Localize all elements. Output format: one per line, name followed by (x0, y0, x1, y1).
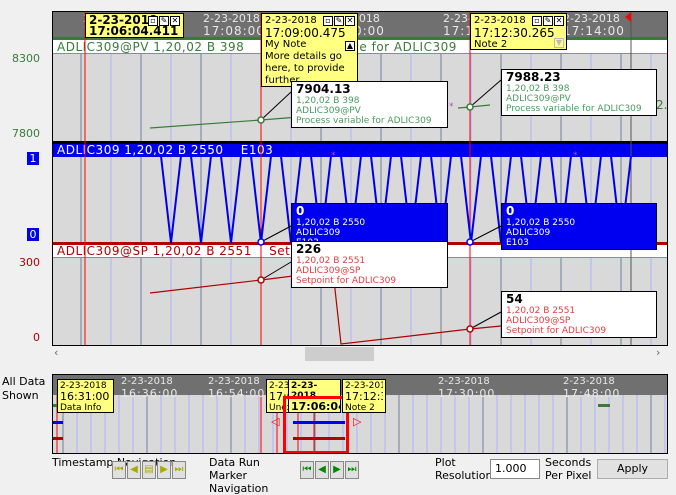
all-data-shown-label: All Data Shown (2, 375, 46, 402)
pv-axis-max: 8300 (12, 52, 40, 65)
marker-navigation: ⏮ ◀ ▶ ⏭ (300, 461, 359, 479)
leader-line (469, 79, 502, 108)
overview-time-label: 2-23-2018 16:36:00 (121, 376, 179, 400)
previous-marker-button[interactable]: ◀ (315, 461, 329, 479)
note-time: 17:09:00.475 (265, 26, 346, 40)
plot-resolution-label: Plot Resolution (435, 456, 493, 482)
overview-plot[interactable]: 2-23-2018 16:36:00 2-23-2018 16:54:00 2-23-2… (52, 374, 668, 454)
note-3[interactable]: ▫ ✎ ✕ ▼ 2-23-2018 17:12:30.265 Note 2 (470, 13, 567, 50)
first-timestamp-button[interactable]: ⏮ (112, 461, 126, 479)
last-marker-button[interactable]: ⏭ (345, 461, 359, 479)
overview-bin-segment (53, 421, 63, 424)
apply-button[interactable]: Apply (597, 459, 668, 479)
selection-right-handle-icon[interactable]: ▷ (353, 415, 361, 428)
edit-icon[interactable]: ✎ (334, 16, 344, 26)
leader-line (260, 225, 292, 243)
last-timestamp-button[interactable]: ⏭ (172, 461, 186, 479)
close-icon[interactable]: ✕ (170, 16, 180, 26)
selection-sp-segment (293, 437, 345, 440)
marker-star-icon: * (449, 102, 454, 112)
pv-trace (457, 104, 491, 109)
note-time: 17:12:30.265 (474, 26, 555, 40)
pin-icon[interactable]: ▫ (148, 16, 158, 26)
note-button[interactable]: ▤ (142, 461, 156, 479)
scrollbar-thumb[interactable] (305, 347, 374, 361)
note-title: Note 2 (474, 39, 508, 50)
pv-trace (149, 115, 312, 129)
selection-left-handle-icon[interactable]: ◁ (271, 415, 279, 428)
value-point (257, 116, 265, 124)
note-2[interactable]: ▫ ✎ ✕ ▲ 2-23-2018 17:09:00.475 My Note Mor… (261, 13, 358, 87)
resolution-input[interactable]: 1.000 (490, 459, 540, 479)
selection-bin-segment (293, 421, 345, 424)
trend-plot[interactable]: 2-23-201817:06:002-23-201817:08:002-23-2… (52, 11, 668, 346)
overview-note-note2[interactable]: 2-23-201817:12:30Note 2 (342, 379, 386, 413)
overview-note-data-info[interactable]: 2-23-2018 16:31:00 Data Info (57, 379, 114, 413)
value-point (466, 238, 474, 246)
first-marker-button[interactable]: ⏮ (300, 461, 314, 479)
view-selection-box[interactable] (283, 396, 349, 453)
horizontal-scrollbar[interactable]: ‹ › (52, 346, 668, 362)
scroll-up-icon[interactable]: ▲ (345, 41, 355, 51)
leader-line (260, 91, 292, 121)
leader-line (469, 225, 502, 243)
pv-edge-text: 2. (656, 98, 668, 112)
close-icon[interactable]: ✕ (345, 16, 355, 26)
value-point (257, 276, 265, 284)
pin-icon[interactable]: ▫ (323, 16, 333, 26)
sp-axis-max: 300 (19, 256, 40, 269)
overview-time-label: 2-23-2018 17:48:00 (563, 376, 621, 400)
note-time: 17:06:04.411 (89, 24, 179, 38)
value-point (466, 325, 474, 333)
pin-icon[interactable]: ▫ (532, 16, 542, 26)
seconds-per-pixel-label: Seconds Per Pixel (545, 456, 592, 482)
value-point (466, 103, 474, 111)
close-icon[interactable]: ✕ (554, 16, 564, 26)
previous-timestamp-button[interactable]: ◀ (127, 461, 141, 479)
marker-star-icon: * (573, 151, 578, 161)
sp-axis-min: 0 (33, 331, 40, 344)
next-marker-button[interactable]: ▶ (330, 461, 344, 479)
sp-value-tip-1: 226 1,20,02 B 2551 ADLIC309@SP Setpoint for… (291, 241, 448, 288)
edit-icon[interactable]: ✎ (543, 16, 553, 26)
pv-value-tip-1: 7904.13 1,20,02 B 398 ADLIC309@PV Process v… (291, 81, 448, 128)
edit-icon[interactable]: ✎ (159, 16, 169, 26)
marker-star-icon: * (331, 151, 336, 161)
pv-axis-min: 7800 (12, 127, 40, 140)
scroll-right-icon[interactable]: › (656, 346, 660, 359)
sp-value-tip-2: 54 1,20,02 B 2551 ADLIC309@SP Setpoint for … (501, 291, 657, 338)
overview-sp-segment (53, 437, 63, 440)
scroll-left-icon[interactable]: ‹ (54, 346, 58, 359)
timestamp-navigation: ⏮ ◀ ▤ ▶ ⏭ (112, 461, 186, 479)
data-run-marker-navigation-label: Data Run Marker Navigation (209, 456, 269, 495)
pv-value-tip-2: 7988.23 1,20,02 B 398 ADLIC309@PV Process v… (501, 69, 657, 116)
value-point (257, 238, 265, 246)
overview-time-label: 2-23-2018 17:30:00 (438, 376, 496, 400)
scroll-down-icon[interactable]: ▼ (554, 38, 564, 48)
end-marker-flag-icon (625, 12, 631, 22)
next-timestamp-button[interactable]: ▶ (157, 461, 171, 479)
overview-time-label: 2-23-2018 16:54:00 (208, 376, 266, 400)
bin-value-tip-2: 0 1,20,02 B 2550 ADLIC309 E103 (501, 203, 657, 250)
bin-axis-min: 0 (27, 228, 39, 241)
note-title: My Note (265, 39, 307, 50)
overview-pv-segment (598, 404, 610, 407)
note-1[interactable]: ▫ ✎ ✕ 2-23-2018 17:06:04.411 (85, 13, 184, 38)
bin-axis-max: 1 (27, 152, 39, 165)
